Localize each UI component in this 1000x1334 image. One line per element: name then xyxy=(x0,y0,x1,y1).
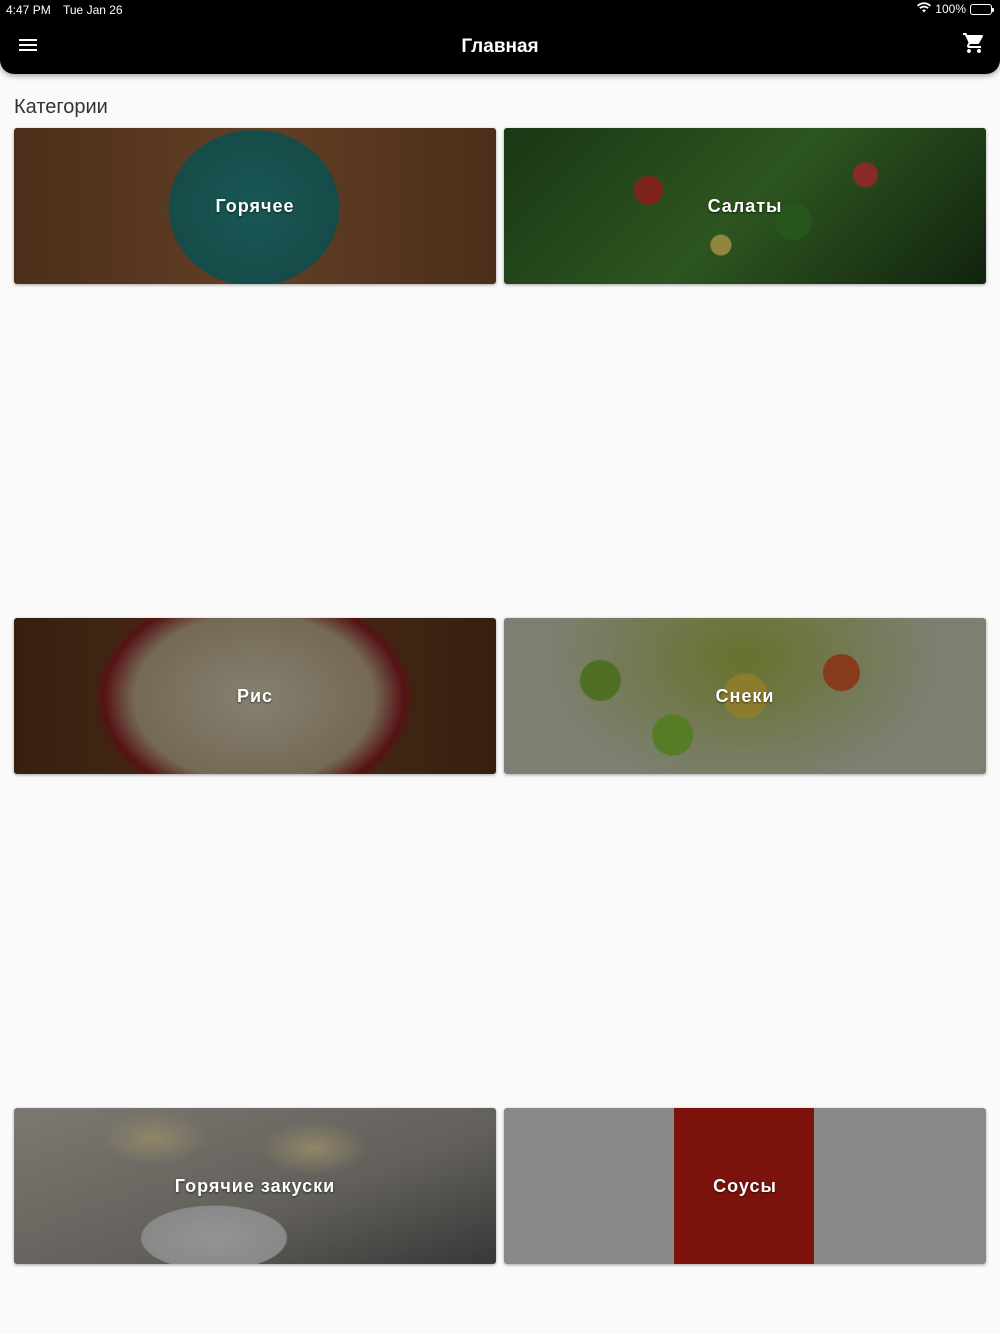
shopping-cart-icon xyxy=(962,33,986,59)
category-label: Горячие закуски xyxy=(174,1176,336,1196)
category-card-snacks[interactable]: Снеки xyxy=(504,618,986,774)
category-label: Соусы xyxy=(713,1176,777,1196)
category-label: Салаты xyxy=(707,196,783,216)
status-date: Tue Jan 26 xyxy=(63,3,123,17)
category-card-hot[interactable]: Горячее xyxy=(14,128,496,284)
wifi-icon xyxy=(917,2,932,16)
category-card-sauces[interactable]: Соусы xyxy=(504,1108,986,1264)
status-bar: 4:47 PM Tue Jan 26 100% xyxy=(0,0,1000,20)
category-card-rice[interactable]: Рис xyxy=(14,618,496,774)
section-title: Категории xyxy=(14,96,108,118)
cart-button[interactable] xyxy=(962,31,988,57)
category-label: Снеки xyxy=(715,686,775,706)
battery-percent: 100% xyxy=(935,2,966,16)
category-card-salads[interactable]: Салаты xyxy=(504,128,986,284)
app-bar: 4:47 PM Tue Jan 26 100% Главная xyxy=(0,0,1000,74)
status-right: 100% xyxy=(917,2,994,16)
status-time: 4:47 PM xyxy=(6,3,51,17)
battery-icon xyxy=(970,3,994,15)
category-card-hot-appetizers[interactable]: Горячие закуски xyxy=(14,1108,496,1264)
category-label: Горячее xyxy=(215,196,295,216)
category-label: Рис xyxy=(236,686,274,706)
page-title: Главная xyxy=(461,36,539,57)
